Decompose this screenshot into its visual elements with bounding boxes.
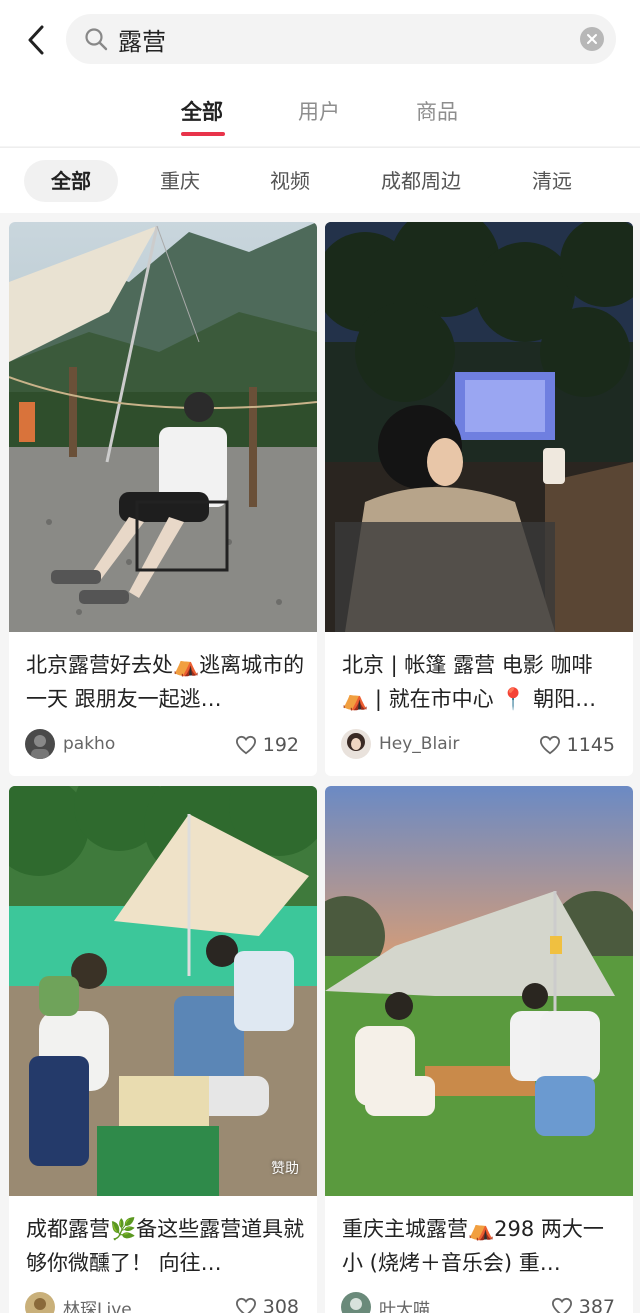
author-name: Hey_Blair <box>379 734 460 754</box>
post-author[interactable]: pakho <box>25 729 115 759</box>
heart-icon <box>539 735 560 755</box>
post-title: 成都露营🌿备这些露营道具就够你微醺了！ 向往… <box>26 1217 305 1275</box>
avatar <box>341 1292 371 1313</box>
tab-users[interactable]: 用户 <box>298 96 340 126</box>
author-name: 叶大喵 <box>379 1299 430 1313</box>
filter-chip-chongqing[interactable]: 重庆 <box>140 160 220 202</box>
post-author[interactable]: 叶大喵 <box>341 1292 430 1313</box>
post-author[interactable]: Hey_Blair <box>341 729 459 759</box>
like-count: 308 <box>262 1296 299 1313</box>
heart-icon <box>551 1297 572 1313</box>
post-card[interactable]: 北京 | 帐篷 露营 电影 咖啡 ⛺ | 就在市中心 📍 朝阳… Hey_Bla… <box>325 222 633 776</box>
like-button[interactable]: 308 <box>235 1296 299 1313</box>
tab-products[interactable]: 商品 <box>416 96 458 126</box>
close-icon <box>587 34 597 44</box>
post-title: 重庆主城露营⛺298 两大一小 (烧烤＋音乐会) 重… <box>342 1217 604 1275</box>
post-card[interactable]: 北京露营好去处⛺逃离城市的一天 跟朋友一起逃… pakho 192 <box>9 222 317 776</box>
tab-all[interactable]: 全部 <box>181 96 223 126</box>
search-input[interactable]: 露营 <box>66 14 616 64</box>
filter-chip-all[interactable]: 全部 <box>24 160 118 202</box>
like-button[interactable]: 1145 <box>539 734 615 756</box>
top-bar: 露营 全部 用户 商品 <box>0 0 640 146</box>
filter-chip-chengdu-nearby[interactable]: 成都周边 <box>366 160 476 202</box>
like-count: 1145 <box>566 734 615 756</box>
avatar <box>25 1292 55 1313</box>
search-icon <box>85 28 108 51</box>
active-tab-indicator <box>181 132 225 136</box>
post-cover-image <box>9 786 317 1196</box>
like-button[interactable]: 387 <box>551 1296 615 1313</box>
result-tabs: 全部 用户 商品 <box>0 90 640 140</box>
heart-icon <box>235 735 256 755</box>
post-card[interactable]: 重庆主城露营⛺298 两大一小 (烧烤＋音乐会) 重… 叶大喵 387 <box>325 786 633 1313</box>
like-count: 192 <box>262 734 299 756</box>
author-name: 林琛Live <box>63 1299 132 1313</box>
like-count: 387 <box>578 1296 615 1313</box>
filter-chip-video[interactable]: 视频 <box>250 160 330 202</box>
search-query: 露营 <box>118 27 166 56</box>
author-name: pakho <box>63 734 116 754</box>
back-button[interactable] <box>18 20 54 60</box>
avatar <box>341 729 371 759</box>
post-card[interactable]: 赞助 成都露营🌿备这些露营道具就够你微醺了！ 向往… 林琛Live 308 <box>9 786 317 1313</box>
post-author[interactable]: 林琛Live <box>25 1292 132 1313</box>
chevron-left-icon <box>28 25 44 55</box>
post-title: 北京露营好去处⛺逃离城市的一天 跟朋友一起逃… <box>26 653 305 711</box>
like-button[interactable]: 192 <box>235 734 299 756</box>
avatar <box>25 729 55 759</box>
filter-chip-qingyuan[interactable]: 清远 <box>512 160 592 202</box>
heart-icon <box>235 1297 256 1313</box>
sponsored-badge: 赞助 <box>271 1161 299 1177</box>
post-title: 北京 | 帐篷 露营 电影 咖啡 ⛺ | 就在市中心 📍 朝阳… <box>342 653 597 711</box>
filter-bar: 全部 重庆 视频 成都周边 清远 <box>0 147 640 213</box>
post-cover-image <box>9 222 317 632</box>
post-cover-image <box>325 786 633 1196</box>
clear-search-button[interactable] <box>580 27 604 51</box>
post-cover-image <box>325 222 633 632</box>
